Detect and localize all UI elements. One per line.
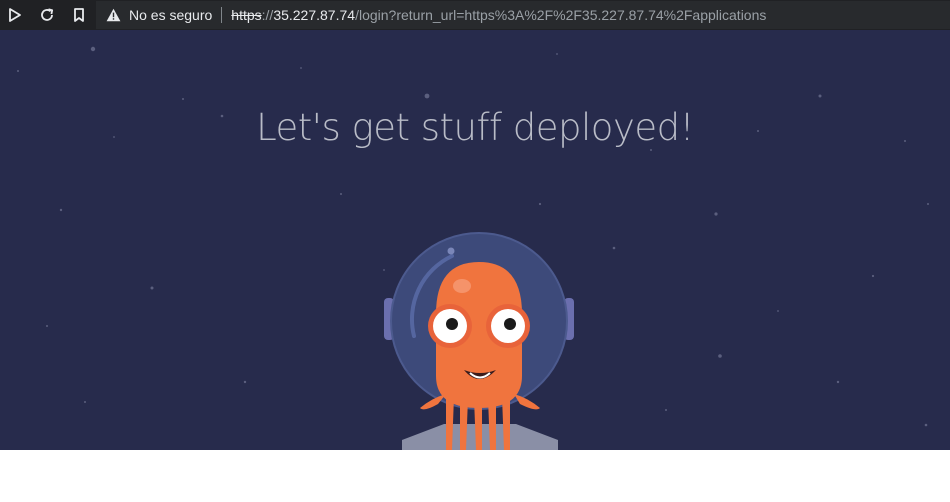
security-label: No es seguro: [129, 7, 213, 23]
bookmark-button[interactable]: [66, 2, 92, 28]
reload-icon: [41, 8, 54, 21]
omnibox-divider: [221, 7, 223, 23]
login-hero: Let's get stuff deployed!: [0, 30, 950, 450]
url-separator: ://: [261, 7, 274, 23]
url-text[interactable]: https://35.227.87.74/login?return_url=ht…: [231, 7, 766, 23]
page-title: Let's get stuff deployed!: [256, 106, 694, 149]
argo-mascot: [384, 232, 574, 450]
url-host: 35.227.87.74: [273, 7, 356, 23]
security-chip[interactable]: No es seguro: [106, 7, 212, 23]
browser-toolbar: No es seguro https://35.227.87.74/login?…: [0, 0, 950, 30]
url-path: /login?return_url=https%3A%2F%2F35.227.8…: [355, 7, 767, 23]
address-bar[interactable]: No es seguro https://35.227.87.74/login?…: [96, 1, 950, 29]
play-icon: [9, 8, 21, 22]
reload-button[interactable]: [34, 2, 60, 28]
warning-icon: [106, 8, 121, 22]
bookmark-icon: [74, 8, 84, 22]
play-button[interactable]: [2, 2, 28, 28]
url-scheme: https: [231, 7, 262, 23]
